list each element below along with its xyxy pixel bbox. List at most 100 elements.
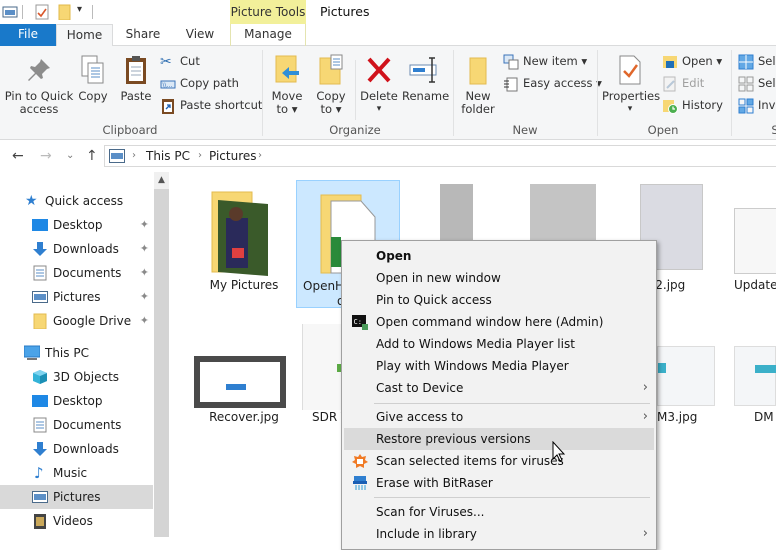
image-thumbnail [657, 346, 715, 406]
properties-button[interactable]: Properties ▾ [602, 54, 660, 116]
menu-item-erase-with-bitraser[interactable]: Erase with BitRaser [344, 472, 654, 494]
menu-item-open[interactable]: Open [344, 245, 654, 267]
videos-icon [34, 514, 46, 529]
move-to-button[interactable]: Move to ▾ [268, 54, 306, 116]
move-to-icon [275, 55, 299, 83]
file-item-recover-jpg[interactable]: Recover.jpg [192, 344, 296, 434]
menu-item-open-in-new-window[interactable]: Open in new window [344, 267, 654, 289]
computer-icon [24, 345, 40, 360]
menu-item-give-access-to[interactable]: Give access to › [344, 406, 654, 428]
up-button[interactable]: ↑ [86, 148, 98, 164]
select-none-button[interactable]: Sele [738, 73, 776, 93]
properties-qat-icon[interactable] [34, 4, 50, 20]
sidebar-item-desktop-pc[interactable]: Desktop [0, 389, 153, 413]
cut-button[interactable]: ✂ Cut [160, 51, 200, 71]
sidebar-scrollbar[interactable]: ▲ [154, 172, 169, 537]
history-button[interactable]: History [662, 95, 723, 115]
new-folder-qat-icon[interactable] [57, 4, 73, 20]
open-button[interactable]: Open ▾ [662, 51, 722, 71]
invert-selection-button[interactable]: Inve [738, 95, 776, 115]
paste-shortcut-button[interactable]: Paste shortcut [160, 95, 262, 115]
back-button[interactable]: ← [12, 148, 24, 164]
customize-qat-icon[interactable]: ▾ [77, 4, 82, 15]
sidebar-item-label: Pictures [53, 490, 101, 504]
file-item-image[interactable] [520, 180, 600, 240]
menu-item-add-to-wmp-list[interactable]: Add to Windows Media Player list [344, 333, 654, 355]
breadcrumb-this-pc[interactable]: This PC [146, 146, 190, 166]
sidebar-item-music[interactable]: ♪ Music [0, 461, 153, 485]
file-item-image[interactable] [410, 180, 473, 240]
sidebar-item-documents-pc[interactable]: Documents [0, 413, 153, 437]
new-folder-button[interactable]: New folder [458, 54, 498, 116]
explorer-window-icon[interactable] [2, 4, 18, 20]
file-item-dm[interactable]: DM [732, 344, 776, 434]
menu-item-cast-to-device[interactable]: Cast to Device › [344, 377, 654, 399]
menu-item-pin-to-quick-access[interactable]: Pin to Quick access [344, 289, 654, 311]
properties-dropdown-icon[interactable]: ▾ [602, 103, 658, 116]
rename-button[interactable]: Rename [402, 54, 449, 103]
sidebar-item-this-pc[interactable]: This PC [0, 341, 153, 365]
breadcrumb-pictures[interactable]: Pictures [209, 146, 257, 166]
menu-item-open-command-window[interactable]: C: Open command window here (Admin) [344, 311, 654, 333]
sidebar-item-desktop[interactable]: Desktop ✦ [0, 213, 153, 237]
copy-path-button[interactable]: \\... Copy path [160, 73, 239, 93]
menu-item-include-in-library[interactable]: Include in library › [344, 523, 654, 545]
sidebar-item-label: This PC [45, 346, 89, 360]
move-to-label-2: to ▾ [276, 102, 298, 116]
sidebar-item-pictures-pc[interactable]: Pictures [0, 485, 153, 509]
sidebar-item-downloads-pc[interactable]: Downloads [0, 437, 153, 461]
breadcrumb-separator[interactable]: › [198, 146, 202, 166]
tab-home[interactable]: Home [56, 24, 113, 47]
menu-item-restore-previous-versions[interactable]: Restore previous versions [344, 428, 654, 450]
sidebar-item-quick-access[interactable]: ★ Quick access [0, 189, 153, 213]
recent-locations-button[interactable]: ⌄ [66, 150, 74, 161]
copy-path-label: Copy path [180, 76, 239, 90]
easy-access-button[interactable]: Easy access ▾ [503, 73, 602, 93]
sidebar-item-downloads[interactable]: Downloads ✦ [0, 237, 153, 261]
sidebar-item-documents[interactable]: Documents ✦ [0, 261, 153, 285]
file-name: DM [754, 410, 774, 424]
pin-to-quick-access-button[interactable]: Pin to Quick access [4, 56, 74, 116]
paste-button[interactable]: Paste [118, 54, 154, 103]
breadcrumb-separator[interactable]: › [132, 146, 136, 166]
sidebar-item-label: Desktop [53, 218, 103, 232]
pin-icon[interactable]: ✦ [140, 261, 149, 285]
sidebar-item-videos[interactable]: Videos [0, 509, 153, 533]
scroll-up-icon[interactable]: ▲ [154, 172, 169, 189]
address-bar[interactable]: › This PC › Pictures › [104, 145, 776, 167]
file-item-sdr[interactable]: SDR T [300, 324, 348, 434]
menu-item-scan-selected-items[interactable]: Scan selected items for viruses [344, 450, 654, 472]
new-item-button[interactable]: New item ▾ [503, 51, 587, 71]
svg-text:\\...: \\... [163, 82, 173, 89]
menu-separator [374, 403, 650, 404]
copy-to-button[interactable]: Copy to ▾ [312, 54, 350, 116]
file-item-my-pictures[interactable]: My Pictures [192, 180, 296, 295]
sidebar-item-google-drive[interactable]: Google Drive ✦ [0, 309, 153, 333]
pin-icon[interactable]: ✦ [140, 237, 149, 261]
pin-icon[interactable]: ✦ [140, 309, 149, 333]
delete-dropdown-icon[interactable]: ▾ [358, 103, 400, 116]
file-item-update[interactable]: Update [730, 180, 776, 295]
tab-file[interactable]: File [0, 24, 56, 46]
sidebar-item-3d-objects[interactable]: 3D Objects [0, 365, 153, 389]
tab-share[interactable]: Share [118, 24, 168, 46]
forward-button[interactable]: → [40, 148, 52, 164]
menu-item-play-with-wmp[interactable]: Play with Windows Media Player [344, 355, 654, 377]
breadcrumb-separator[interactable]: › [258, 146, 262, 166]
sidebar-item-label: Quick access [45, 194, 124, 208]
file-item-m3-jpg[interactable]: M3.jpg [657, 344, 717, 434]
copy-button[interactable]: Copy [76, 54, 110, 103]
tab-manage[interactable]: Manage [230, 24, 306, 46]
pin-icon[interactable]: ✦ [140, 285, 149, 309]
edit-button[interactable]: Edit [662, 73, 704, 93]
menu-item-label: Open command window here (Admin) [376, 315, 604, 329]
easy-access-icon [504, 77, 518, 91]
new-item-label: New item ▾ [523, 54, 588, 68]
menu-item-scan-for-viruses[interactable]: Scan for Viruses... [344, 501, 654, 523]
pin-icon[interactable]: ✦ [140, 213, 149, 237]
delete-button[interactable]: Delete ▾ [358, 54, 400, 116]
tab-view[interactable]: View [176, 24, 224, 46]
sidebar-item-pictures[interactable]: Pictures ✦ [0, 285, 153, 309]
edit-icon [663, 76, 676, 91]
select-all-button[interactable]: Sele [738, 51, 776, 71]
